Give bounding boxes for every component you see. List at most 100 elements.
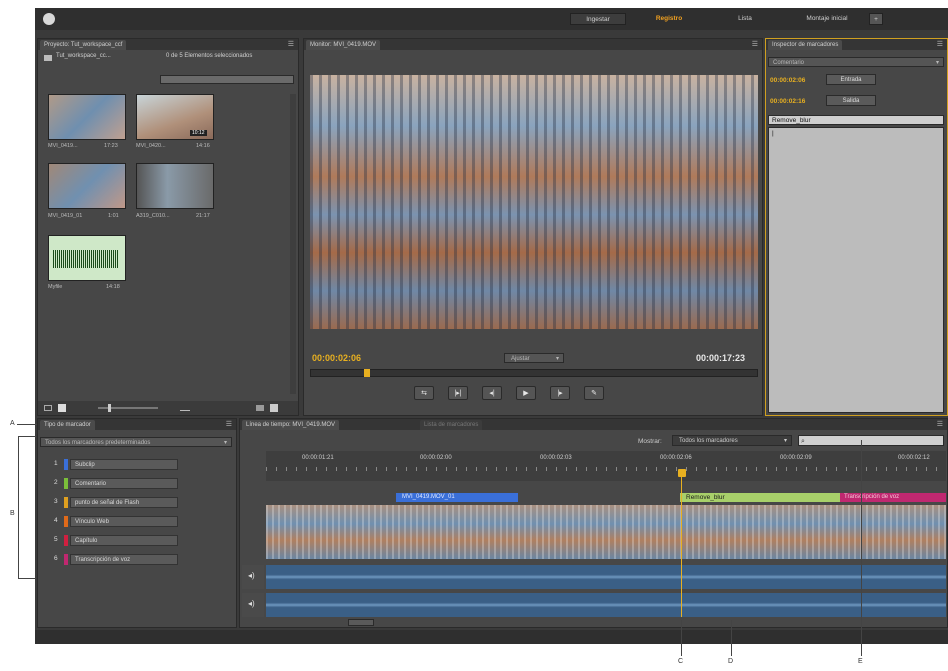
delete-icon[interactable]: [270, 404, 278, 412]
marker-type-item[interactable]: 5 Capítulo: [54, 535, 194, 547]
tab-rough-cut[interactable]: Montaje inicial: [787, 13, 867, 25]
audio-track-2[interactable]: [266, 593, 946, 617]
marker-color-swatch: [64, 497, 68, 508]
loop-icon[interactable]: ⇆: [414, 386, 434, 400]
playhead-marker[interactable]: [363, 369, 370, 377]
monitor-scrub-bar[interactable]: [310, 369, 758, 377]
timeline-playhead[interactable]: [678, 469, 686, 477]
project-bottom-bar: [38, 401, 298, 415]
marker-type-item[interactable]: 2 Comentario: [54, 478, 194, 490]
marker-color-swatch: [64, 459, 68, 470]
search-icon: ⌕: [801, 438, 805, 445]
zoom-slider-handle[interactable]: [108, 404, 111, 412]
tab-marker-type[interactable]: Tipo de marcador: [40, 420, 95, 430]
subclip-marker[interactable]: MVI_0419.MOV_01: [396, 493, 518, 502]
fit-dropdown-value: Ajustar: [511, 356, 530, 362]
marker-type-number: 4: [54, 517, 58, 524]
ruler-ticks-graphic: [266, 467, 946, 471]
in-timecode[interactable]: 00:00:02:06: [770, 77, 805, 84]
marker-type-item[interactable]: 4 Vínculo Web: [54, 516, 194, 528]
timeline-scroll-handle[interactable]: [348, 619, 374, 626]
speaker-icon[interactable]: ◂): [248, 571, 255, 580]
callout-b-bracket-bottom: [18, 578, 36, 579]
marker-type-item[interactable]: 1 Subclip: [54, 459, 194, 471]
ruler-tick: 00:00:01:21: [302, 455, 334, 461]
play-icon[interactable]: ▶: [516, 386, 536, 400]
marker-color-swatch: [64, 554, 68, 565]
marker-type-item[interactable]: 6 Transcripción de voz: [54, 554, 194, 566]
list-view-icon[interactable]: [44, 405, 52, 411]
chevron-down-icon: ▾: [783, 438, 787, 444]
project-scrollbar[interactable]: [290, 94, 296, 394]
marker-color-swatch: [64, 478, 68, 489]
clip-thumbnail[interactable]: [136, 163, 214, 209]
show-markers-dropdown[interactable]: Todos los marcadores ▾: [672, 435, 792, 446]
audio-track-1[interactable]: [266, 565, 946, 589]
play-in-to-out-icon[interactable]: |▸|: [448, 386, 468, 400]
new-bin-icon[interactable]: [256, 405, 264, 411]
clip-thumbnail[interactable]: [48, 94, 126, 140]
timeline-panel: Línea de tiempo: MVI_0419.MOV Lista de m…: [239, 418, 948, 628]
speaker-icon[interactable]: ◂): [248, 599, 255, 608]
callout-e: E: [858, 658, 863, 665]
icon-view-icon[interactable]: [58, 404, 66, 412]
clip-duration: 17:23: [104, 143, 118, 149]
ruler-tick: 00:00:02:00: [420, 455, 452, 461]
tab-ingest[interactable]: Ingestar: [570, 13, 626, 25]
timeline-header: Línea de tiempo: MVI_0419.MOV Lista de m…: [240, 419, 947, 430]
fit-dropdown[interactable]: Ajustar ▾: [504, 353, 564, 363]
ruler-tick: 00:00:02:12: [898, 455, 930, 461]
speech-transcription-marker[interactable]: Transcripción de voz: [840, 493, 946, 502]
panel-menu-icon[interactable]: ☰: [752, 39, 758, 50]
audio-clip-thumbnail[interactable]: [48, 235, 126, 281]
clip-name: A319_C010...: [136, 213, 170, 219]
panel-menu-icon[interactable]: ☰: [937, 39, 943, 50]
step-back-icon[interactable]: ◂|: [482, 386, 502, 400]
comment-marker[interactable]: Remove_blur: [680, 493, 840, 502]
tab-logging[interactable]: Registro: [639, 13, 699, 25]
project-panel: Proyecto: Tut_workspace_ccf ☰ Tut_worksp…: [37, 38, 299, 416]
project-search-input[interactable]: [160, 75, 294, 84]
tab-list[interactable]: Lista: [725, 13, 765, 25]
callout-e-line: [861, 440, 862, 656]
tab-timeline[interactable]: Línea de tiempo: MVI_0419.MOV: [242, 420, 340, 430]
timeline-search-input[interactable]: ⌕: [798, 435, 944, 446]
clip-name: Myfile: [48, 284, 63, 290]
video-track[interactable]: [266, 505, 946, 559]
tab-monitor[interactable]: Monitor: MVI_0419.MOV: [306, 40, 381, 50]
marker-inspector-panel: Inspector de marcadores ☰ Comentario ▾ 0…: [765, 38, 948, 416]
callout-a-line: [17, 424, 37, 425]
tab-project[interactable]: Proyecto: Tut_workspace_ccf: [40, 40, 127, 50]
marker-name-field[interactable]: Remove_blur: [768, 115, 944, 125]
out-timecode[interactable]: 00:00:02:16: [770, 98, 805, 105]
marker-comment-field[interactable]: |: [768, 127, 944, 413]
tab-marker-list[interactable]: Lista de marcadores: [420, 420, 483, 430]
status-bar: [35, 630, 948, 644]
zoom-slider[interactable]: [98, 407, 158, 409]
marker-type-number: 5: [54, 536, 58, 543]
zoom-in-icon[interactable]: [180, 405, 190, 411]
panel-menu-icon[interactable]: ☰: [226, 419, 232, 430]
duration-timecode: 00:00:17:23: [696, 353, 746, 363]
current-timecode[interactable]: 00:00:02:06: [312, 353, 361, 363]
marker-type-dropdown[interactable]: Comentario ▾: [768, 57, 944, 67]
wrench-icon[interactable]: ✎: [584, 386, 604, 400]
workspace-bar: Ingestar Registro Lista Montaje inicial …: [35, 8, 948, 30]
marker-type-value: Comentario: [773, 60, 805, 66]
marker-type-item[interactable]: 3 punto de señal de Flash: [54, 497, 194, 509]
show-label: Mostrar:: [638, 438, 662, 445]
marker-filter-dropdown[interactable]: Todos los marcadores predeterminados ▾: [40, 437, 232, 447]
panel-menu-icon[interactable]: ☰: [288, 39, 294, 50]
clip-thumbnail[interactable]: [48, 163, 126, 209]
set-in-button[interactable]: Entrada: [826, 74, 876, 85]
marker-type-panel: Tipo de marcador ☰ Todos los marcadores …: [37, 418, 237, 628]
set-out-button[interactable]: Salida: [826, 95, 876, 106]
time-ruler[interactable]: 00:00:01:21 00:00:02:00 00:00:02:03 00:0…: [266, 451, 946, 481]
panel-menu-icon[interactable]: ☰: [937, 419, 943, 430]
callout-b-bracket-top: [18, 436, 36, 437]
step-forward-icon[interactable]: |▸: [550, 386, 570, 400]
tab-marker-inspector[interactable]: Inspector de marcadores: [768, 40, 843, 50]
marker-type-label: punto de señal de Flash: [70, 497, 178, 508]
ruler-tick: 00:00:02:06: [660, 455, 692, 461]
add-workspace-button[interactable]: +: [869, 13, 883, 25]
